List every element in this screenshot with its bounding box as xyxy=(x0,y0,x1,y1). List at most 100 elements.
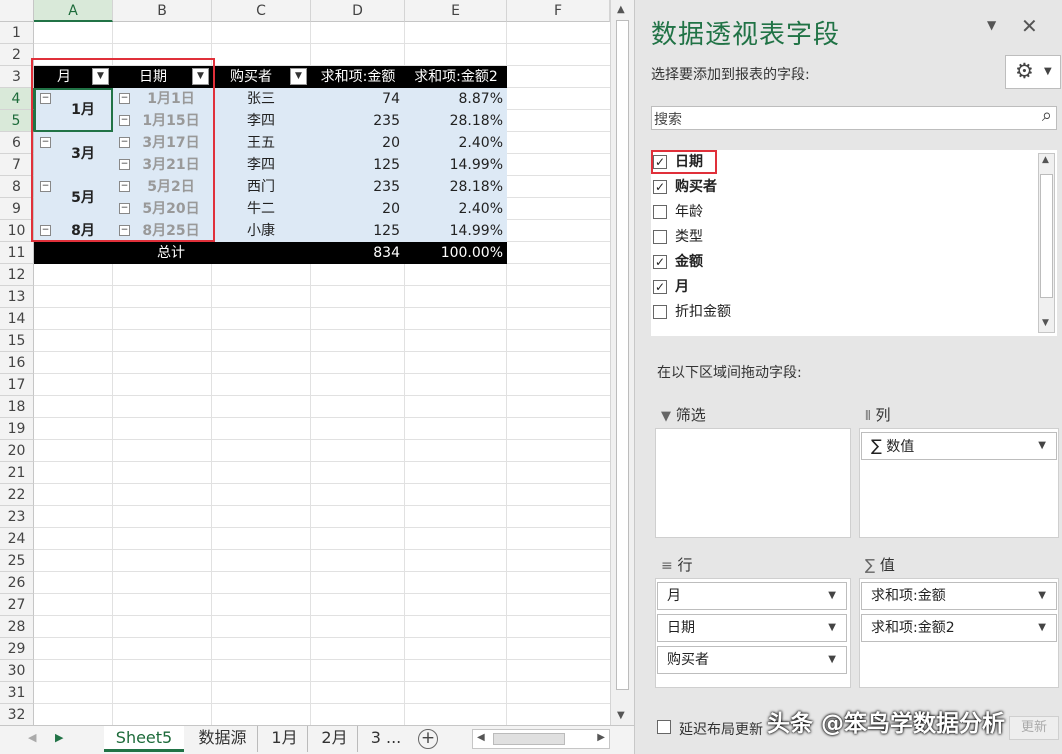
rows-area-item[interactable]: 日期 ▼ xyxy=(657,614,847,642)
scroll-down-icon[interactable]: ▼ xyxy=(617,710,625,721)
active-cell[interactable] xyxy=(34,88,113,132)
row-header[interactable]: 22 xyxy=(0,484,34,506)
gridline xyxy=(34,417,610,418)
row-header[interactable]: 21 xyxy=(0,462,34,484)
row-header[interactable]: 2 xyxy=(0,44,34,66)
field-item[interactable]: ✓ 金额 xyxy=(653,250,1013,274)
field-checkbox[interactable] xyxy=(653,205,667,219)
filter-drop-area[interactable] xyxy=(655,428,851,538)
scroll-thumb[interactable] xyxy=(616,20,629,690)
field-search-input[interactable]: 搜索 ⌕ xyxy=(651,105,1057,130)
row-header[interactable]: 27 xyxy=(0,594,34,616)
gridline xyxy=(34,615,610,616)
row-header[interactable]: 5 xyxy=(0,110,34,132)
select-all-corner[interactable] xyxy=(0,0,34,22)
row-header[interactable]: 14 xyxy=(0,308,34,330)
column-header[interactable]: B xyxy=(113,0,212,22)
search-icon[interactable]: ⌕ xyxy=(1042,105,1052,126)
row-header[interactable]: 20 xyxy=(0,440,34,462)
row-header[interactable]: 6 xyxy=(0,132,34,154)
chevron-down-icon: ▼ xyxy=(1044,66,1052,77)
row-header[interactable]: 9 xyxy=(0,198,34,220)
pivot-buyer: 张三 xyxy=(247,91,275,107)
column-header[interactable]: A xyxy=(34,0,113,22)
row-header[interactable]: 16 xyxy=(0,352,34,374)
field-checkbox[interactable] xyxy=(653,305,667,319)
row-header[interactable]: 31 xyxy=(0,682,34,704)
scroll-right-icon[interactable]: ▶ xyxy=(597,732,605,743)
close-icon[interactable]: ✕ xyxy=(1021,14,1038,38)
horizontal-scrollbar[interactable]: ◀ ▶ xyxy=(472,729,610,749)
field-item[interactable]: ✓ 月 xyxy=(653,275,1013,299)
field-checkbox[interactable] xyxy=(653,230,667,244)
row-header[interactable]: 26 xyxy=(0,572,34,594)
field-label: 购买者 xyxy=(675,179,717,195)
row-header[interactable]: 1 xyxy=(0,22,34,44)
settings-button[interactable]: ⚙ ▼ xyxy=(1005,55,1061,89)
row-header[interactable]: 29 xyxy=(0,638,34,660)
tab-data-source[interactable]: 数据源 xyxy=(188,726,258,752)
row-header[interactable]: 7 xyxy=(0,154,34,176)
values-area-item[interactable]: 求和项:金额2 ▼ xyxy=(861,614,1057,642)
vertical-scrollbar[interactable]: ▲ ▼ xyxy=(610,0,634,725)
tab-jan[interactable]: 1月 xyxy=(262,726,308,752)
add-sheet-icon[interactable]: + xyxy=(418,729,438,749)
tab-scroll-left-icon[interactable]: ◀ xyxy=(28,731,36,744)
row-header[interactable]: 10 xyxy=(0,220,34,242)
scroll-up-icon[interactable]: ▲ xyxy=(1042,155,1049,165)
column-header[interactable]: F xyxy=(507,0,610,22)
scroll-up-icon[interactable]: ▲ xyxy=(617,4,625,15)
field-item[interactable]: 折扣金额 xyxy=(653,300,1013,324)
values-area-item[interactable]: 求和项:金额 ▼ xyxy=(861,582,1057,610)
row-header[interactable]: 3 xyxy=(0,66,34,88)
columns-icon: ⦀ xyxy=(865,409,871,424)
tab-more[interactable]: 3 ... xyxy=(362,726,410,752)
area-item-label: 求和项:金额 xyxy=(871,588,946,604)
row-header[interactable]: 32 xyxy=(0,704,34,725)
rows-area-item[interactable]: 购买者 ▼ xyxy=(657,646,847,674)
columns-item-values[interactable]: ∑ 数值 ▼ xyxy=(861,432,1057,460)
sort-filter-icon[interactable]: ▼ xyxy=(290,68,307,85)
update-button[interactable]: 更新 xyxy=(1009,716,1059,740)
tab-sheet5[interactable]: Sheet5 xyxy=(104,726,184,752)
row-header[interactable]: 11 xyxy=(0,242,34,264)
column-header[interactable]: D xyxy=(311,0,405,22)
field-checkbox[interactable]: ✓ xyxy=(653,180,667,194)
tab-feb[interactable]: 2月 xyxy=(312,726,358,752)
row-header[interactable]: 12 xyxy=(0,264,34,286)
rows-area-item[interactable]: 月 ▼ xyxy=(657,582,847,610)
column-header[interactable]: C xyxy=(212,0,311,22)
pivot-field-pane: 数据透视表字段 ▼ ✕ 选择要添加到报表的字段: ⚙ ▼ 搜索 ⌕ ✓ 日期 ✓ 购买… xyxy=(634,0,1062,754)
row-header[interactable]: 4 xyxy=(0,88,34,110)
pivot-pct: 28.18% xyxy=(449,113,503,129)
gear-icon: ⚙ xyxy=(1015,59,1034,83)
row-header[interactable]: 23 xyxy=(0,506,34,528)
column-header[interactable]: E xyxy=(405,0,507,22)
field-checkbox[interactable]: ✓ xyxy=(653,280,667,294)
row-header[interactable]: 28 xyxy=(0,616,34,638)
h-scroll-thumb[interactable] xyxy=(493,733,565,745)
field-item[interactable]: ✓ 购买者 xyxy=(653,175,1013,199)
row-header[interactable]: 18 xyxy=(0,396,34,418)
row-header[interactable]: 15 xyxy=(0,330,34,352)
row-header[interactable]: 17 xyxy=(0,374,34,396)
row-header[interactable]: 19 xyxy=(0,418,34,440)
field-item[interactable]: 类型 xyxy=(653,225,1013,249)
row-header[interactable]: 13 xyxy=(0,286,34,308)
row-header[interactable]: 8 xyxy=(0,176,34,198)
scroll-thumb[interactable] xyxy=(1040,174,1053,298)
row-header[interactable]: 25 xyxy=(0,550,34,572)
gridline xyxy=(34,505,610,506)
scroll-down-icon[interactable]: ▼ xyxy=(1042,318,1049,328)
tab-scroll-right-icon[interactable]: ▶ xyxy=(55,731,63,744)
field-list-scrollbar[interactable]: ▲ ▼ xyxy=(1038,153,1055,333)
field-checkbox[interactable]: ✓ xyxy=(653,255,667,269)
row-header[interactable]: 24 xyxy=(0,528,34,550)
defer-update-checkbox[interactable] xyxy=(657,720,671,734)
scroll-left-icon[interactable]: ◀ xyxy=(477,732,485,743)
chevron-down-icon: ▼ xyxy=(828,654,836,665)
cell-grid[interactable]: ABCDEF 1 2 3 4 5 6 7 8 9 10 11 12 13 14 15 16 17 18 19 20 21… xyxy=(0,0,610,725)
pane-options-dropdown-icon[interactable]: ▼ xyxy=(987,18,996,32)
field-item[interactable]: 年龄 xyxy=(653,200,1013,224)
row-header[interactable]: 30 xyxy=(0,660,34,682)
